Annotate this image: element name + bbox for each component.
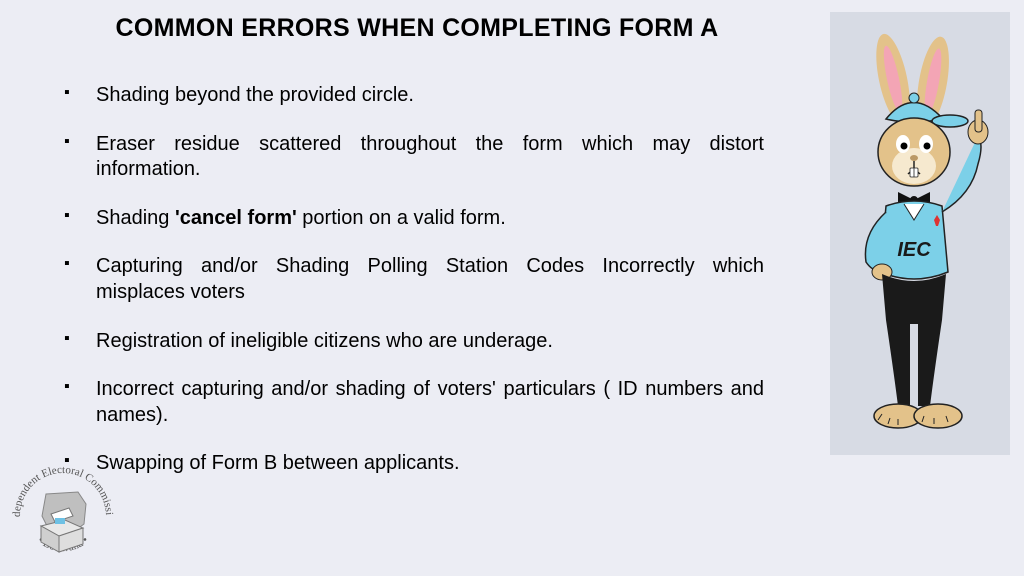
error-item: Shading beyond the provided circle. (82, 83, 764, 109)
bullet-text: Capturing and/or Shading Polling Station… (96, 255, 764, 303)
error-item: Shading 'cancel form' portion on a valid… (82, 206, 764, 232)
iec-logo-icon: Independent Electoral Commission • Botsw… (8, 458, 118, 568)
bullet-text: Eraser residue scattered throughout the … (96, 133, 764, 181)
bullet-text: Swapping of Form B between applicants. (96, 452, 460, 474)
bullet-text: Incorrect capturing and/or shading of vo… (96, 378, 764, 426)
mascot-shirt-text: IEC (897, 239, 931, 261)
mascot-panel: IEC (830, 12, 1010, 455)
error-item: Incorrect capturing and/or shading of vo… (82, 377, 764, 428)
error-item: Eraser residue scattered throughout the … (82, 132, 764, 183)
rabbit-mascot-icon: IEC (838, 24, 1003, 444)
bullet-text: portion on a valid form. (297, 207, 506, 229)
bullet-text: Shading (96, 207, 175, 229)
error-list: Shading beyond the provided circle. Erase… (82, 83, 764, 477)
bullet-bold: 'cancel form' (175, 207, 297, 229)
bullet-text: Shading beyond the provided circle. (96, 84, 414, 106)
error-item: Registration of ineligible citizens who … (82, 329, 764, 355)
bullet-text: Registration of ineligible citizens who … (96, 330, 553, 352)
error-item: Capturing and/or Shading Polling Station… (82, 254, 764, 305)
error-item: Swapping of Form B between applicants. (82, 451, 764, 477)
